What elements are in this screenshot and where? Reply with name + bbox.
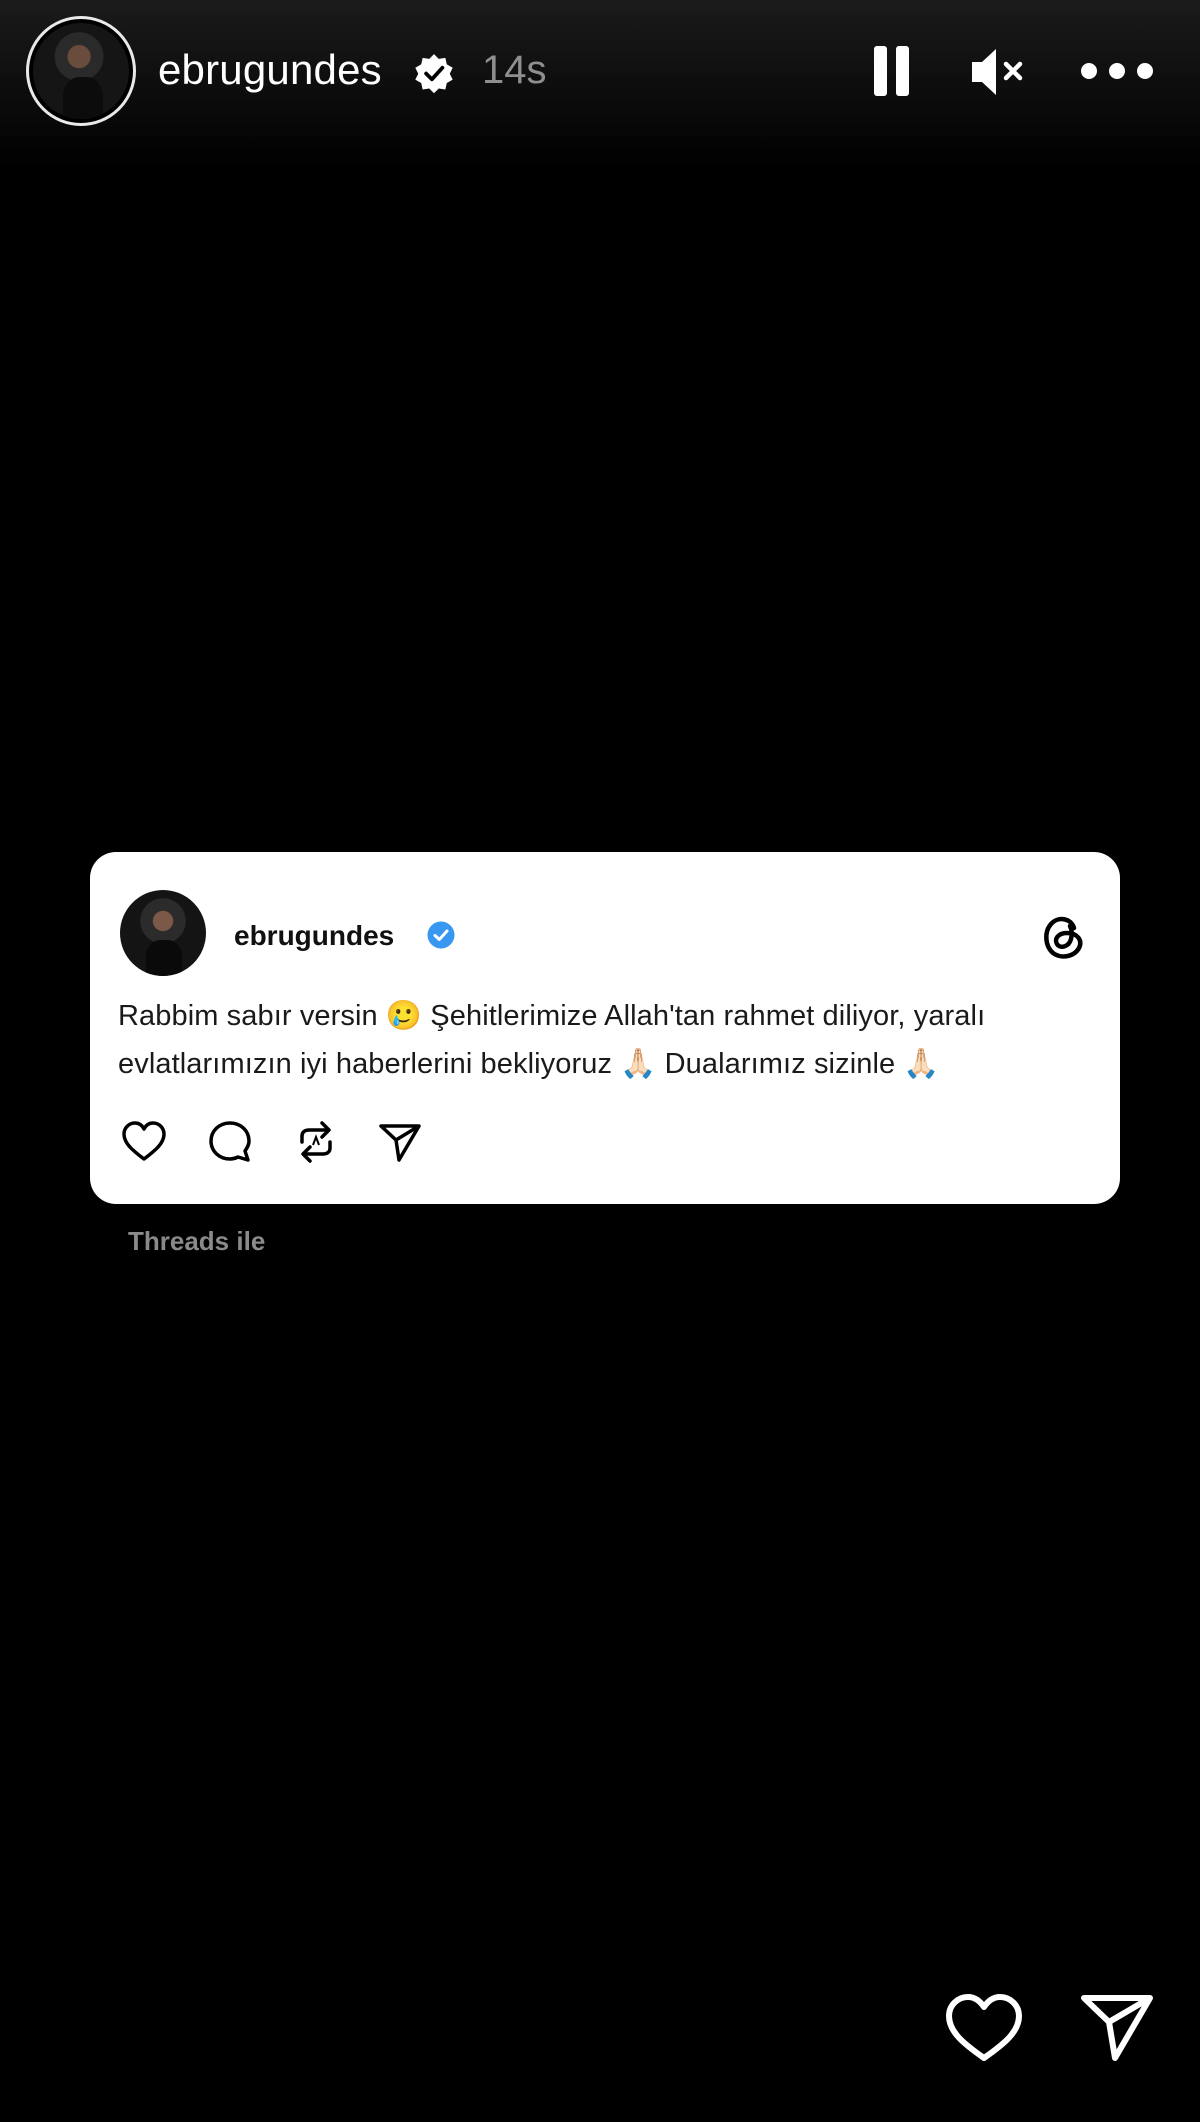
pause-icon[interactable] bbox=[872, 46, 912, 98]
more-icon[interactable] bbox=[1080, 56, 1154, 86]
story-time: 14s bbox=[482, 48, 547, 92]
story-username[interactable]: ebrugundes bbox=[158, 46, 382, 94]
heart-icon[interactable] bbox=[944, 1992, 1024, 2064]
send-icon[interactable] bbox=[1078, 1992, 1156, 2064]
story-header: ebrugundes 14s bbox=[0, 0, 1200, 150]
verified-icon bbox=[415, 54, 453, 94]
threads-source-caption[interactable]: Threads ile bbox=[128, 1226, 265, 1257]
heart-icon[interactable] bbox=[120, 1118, 168, 1166]
post-actions bbox=[120, 1118, 520, 1168]
post-avatar[interactable] bbox=[120, 890, 206, 976]
avatar-image bbox=[33, 23, 129, 119]
threads-logo-icon[interactable] bbox=[1036, 908, 1088, 964]
verified-icon bbox=[427, 921, 455, 949]
mute-icon[interactable] bbox=[968, 44, 1028, 100]
post-username[interactable]: ebrugundes bbox=[234, 920, 394, 952]
repost-icon[interactable] bbox=[292, 1118, 340, 1166]
threads-post-card[interactable]: ebrugundes Rabbim sabır versin 🥲 Şehitle… bbox=[90, 852, 1120, 1204]
story-avatar[interactable] bbox=[26, 16, 136, 126]
comment-icon[interactable] bbox=[206, 1118, 254, 1166]
post-text: Rabbim sabır versin 🥲 Şehitlerimize Alla… bbox=[118, 1000, 986, 1080]
send-icon[interactable] bbox=[376, 1118, 424, 1166]
